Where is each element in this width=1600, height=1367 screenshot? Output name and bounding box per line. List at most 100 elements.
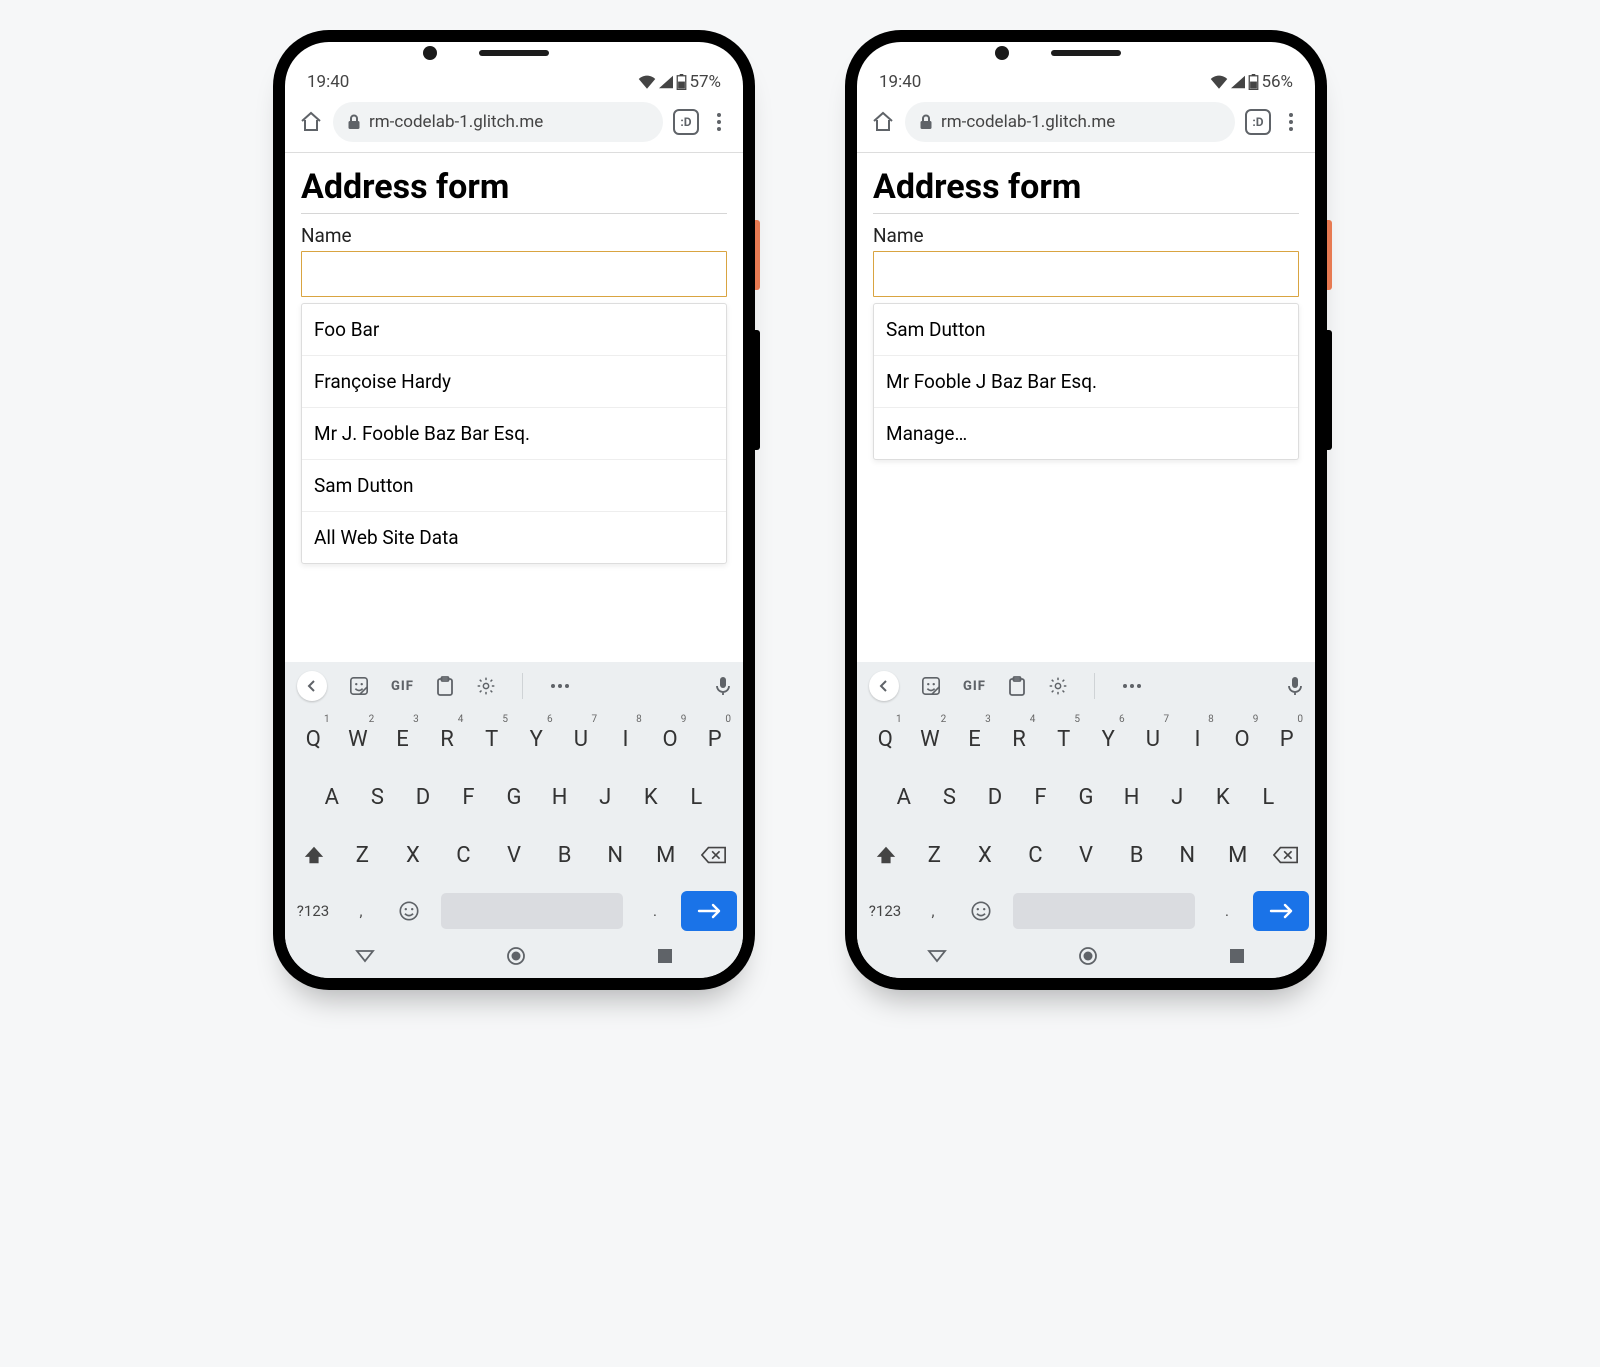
- more-icon[interactable]: [1121, 682, 1143, 690]
- key-x[interactable]: X: [388, 828, 439, 882]
- space-key[interactable]: [441, 893, 623, 929]
- key-v[interactable]: V: [489, 828, 540, 882]
- kb-collapse-icon[interactable]: [869, 671, 899, 701]
- suggestion-item[interactable]: Sam Dutton: [302, 459, 726, 511]
- gif-icon[interactable]: GIF: [391, 679, 414, 694]
- shift-key[interactable]: [291, 844, 337, 866]
- key-o[interactable]: 9O: [1220, 712, 1265, 766]
- power-button[interactable]: [755, 220, 760, 290]
- key-b[interactable]: B: [539, 828, 590, 882]
- key-y[interactable]: 6Y: [1086, 712, 1131, 766]
- key-n[interactable]: N: [590, 828, 641, 882]
- symbols-key[interactable]: ?123: [291, 888, 335, 934]
- menu-icon[interactable]: [709, 112, 729, 132]
- key-c[interactable]: C: [1010, 828, 1061, 882]
- key-d[interactable]: D: [972, 770, 1018, 824]
- emoji-key[interactable]: [959, 888, 1003, 934]
- key-w[interactable]: 2W: [908, 712, 953, 766]
- key-j[interactable]: J: [1154, 770, 1200, 824]
- tab-switcher[interactable]: :D: [1245, 109, 1271, 135]
- more-icon[interactable]: [549, 682, 571, 690]
- suggestion-item[interactable]: Manage…: [874, 407, 1298, 459]
- mic-icon[interactable]: [715, 676, 731, 696]
- key-l[interactable]: L: [1246, 770, 1292, 824]
- suggestion-item[interactable]: Sam Dutton: [874, 304, 1298, 355]
- key-o[interactable]: 9O: [648, 712, 693, 766]
- key-i[interactable]: 8I: [603, 712, 648, 766]
- nav-back-icon[interactable]: [355, 949, 375, 963]
- key-d[interactable]: D: [400, 770, 446, 824]
- nav-back-icon[interactable]: [927, 949, 947, 963]
- key-m[interactable]: M: [640, 828, 691, 882]
- omnibox[interactable]: rm-codelab-1.glitch.me: [905, 102, 1235, 142]
- period-key[interactable]: .: [1205, 888, 1249, 934]
- key-e[interactable]: 3E: [952, 712, 997, 766]
- power-button[interactable]: [1327, 220, 1332, 290]
- nav-home-icon[interactable]: [506, 946, 526, 966]
- shift-key[interactable]: [863, 844, 909, 866]
- key-y[interactable]: 6Y: [514, 712, 559, 766]
- key-z[interactable]: Z: [337, 828, 388, 882]
- key-n[interactable]: N: [1162, 828, 1213, 882]
- gif-icon[interactable]: GIF: [963, 679, 986, 694]
- tab-switcher[interactable]: :D: [673, 109, 699, 135]
- key-t[interactable]: 5T: [1041, 712, 1086, 766]
- key-a[interactable]: A: [881, 770, 927, 824]
- sticker-icon[interactable]: [921, 676, 941, 696]
- key-f[interactable]: F: [446, 770, 492, 824]
- key-p[interactable]: 0P: [1264, 712, 1309, 766]
- key-b[interactable]: B: [1111, 828, 1162, 882]
- key-p[interactable]: 0P: [692, 712, 737, 766]
- menu-icon[interactable]: [1281, 112, 1301, 132]
- suggestion-item[interactable]: Françoise Hardy: [302, 355, 726, 407]
- key-r[interactable]: 4R: [997, 712, 1042, 766]
- key-f[interactable]: F: [1018, 770, 1064, 824]
- period-key[interactable]: .: [633, 888, 677, 934]
- volume-button[interactable]: [1327, 330, 1332, 450]
- key-l[interactable]: L: [674, 770, 720, 824]
- key-q[interactable]: 1Q: [291, 712, 336, 766]
- key-g[interactable]: G: [491, 770, 537, 824]
- nav-recent-icon[interactable]: [1229, 948, 1245, 964]
- clipboard-icon[interactable]: [436, 676, 454, 696]
- suggestion-item[interactable]: All Web Site Data: [302, 511, 726, 563]
- home-icon[interactable]: [871, 110, 895, 134]
- name-input[interactable]: [873, 251, 1299, 297]
- comma-key[interactable]: ,: [911, 888, 955, 934]
- key-k[interactable]: K: [1200, 770, 1246, 824]
- key-h[interactable]: H: [537, 770, 583, 824]
- key-s[interactable]: S: [355, 770, 401, 824]
- enter-key[interactable]: [681, 891, 737, 931]
- home-icon[interactable]: [299, 110, 323, 134]
- symbols-key[interactable]: ?123: [863, 888, 907, 934]
- mic-icon[interactable]: [1287, 676, 1303, 696]
- emoji-key[interactable]: [387, 888, 431, 934]
- backspace-key[interactable]: [1263, 845, 1309, 865]
- settings-icon[interactable]: [1048, 676, 1068, 696]
- key-e[interactable]: 3E: [380, 712, 425, 766]
- volume-button[interactable]: [755, 330, 760, 450]
- key-z[interactable]: Z: [909, 828, 960, 882]
- key-r[interactable]: 4R: [425, 712, 470, 766]
- kb-collapse-icon[interactable]: [297, 671, 327, 701]
- key-c[interactable]: C: [438, 828, 489, 882]
- key-u[interactable]: 7U: [559, 712, 604, 766]
- omnibox[interactable]: rm-codelab-1.glitch.me: [333, 102, 663, 142]
- settings-icon[interactable]: [476, 676, 496, 696]
- key-h[interactable]: H: [1109, 770, 1155, 824]
- key-t[interactable]: 5T: [469, 712, 514, 766]
- suggestion-item[interactable]: Mr Fooble J Baz Bar Esq.: [874, 355, 1298, 407]
- enter-key[interactable]: [1253, 891, 1309, 931]
- nav-recent-icon[interactable]: [657, 948, 673, 964]
- key-j[interactable]: J: [582, 770, 628, 824]
- key-q[interactable]: 1Q: [863, 712, 908, 766]
- space-key[interactable]: [1013, 893, 1195, 929]
- sticker-icon[interactable]: [349, 676, 369, 696]
- key-a[interactable]: A: [309, 770, 355, 824]
- comma-key[interactable]: ,: [339, 888, 383, 934]
- backspace-key[interactable]: [691, 845, 737, 865]
- key-g[interactable]: G: [1063, 770, 1109, 824]
- suggestion-item[interactable]: Mr J. Fooble Baz Bar Esq.: [302, 407, 726, 459]
- key-v[interactable]: V: [1061, 828, 1112, 882]
- suggestion-item[interactable]: Foo Bar: [302, 304, 726, 355]
